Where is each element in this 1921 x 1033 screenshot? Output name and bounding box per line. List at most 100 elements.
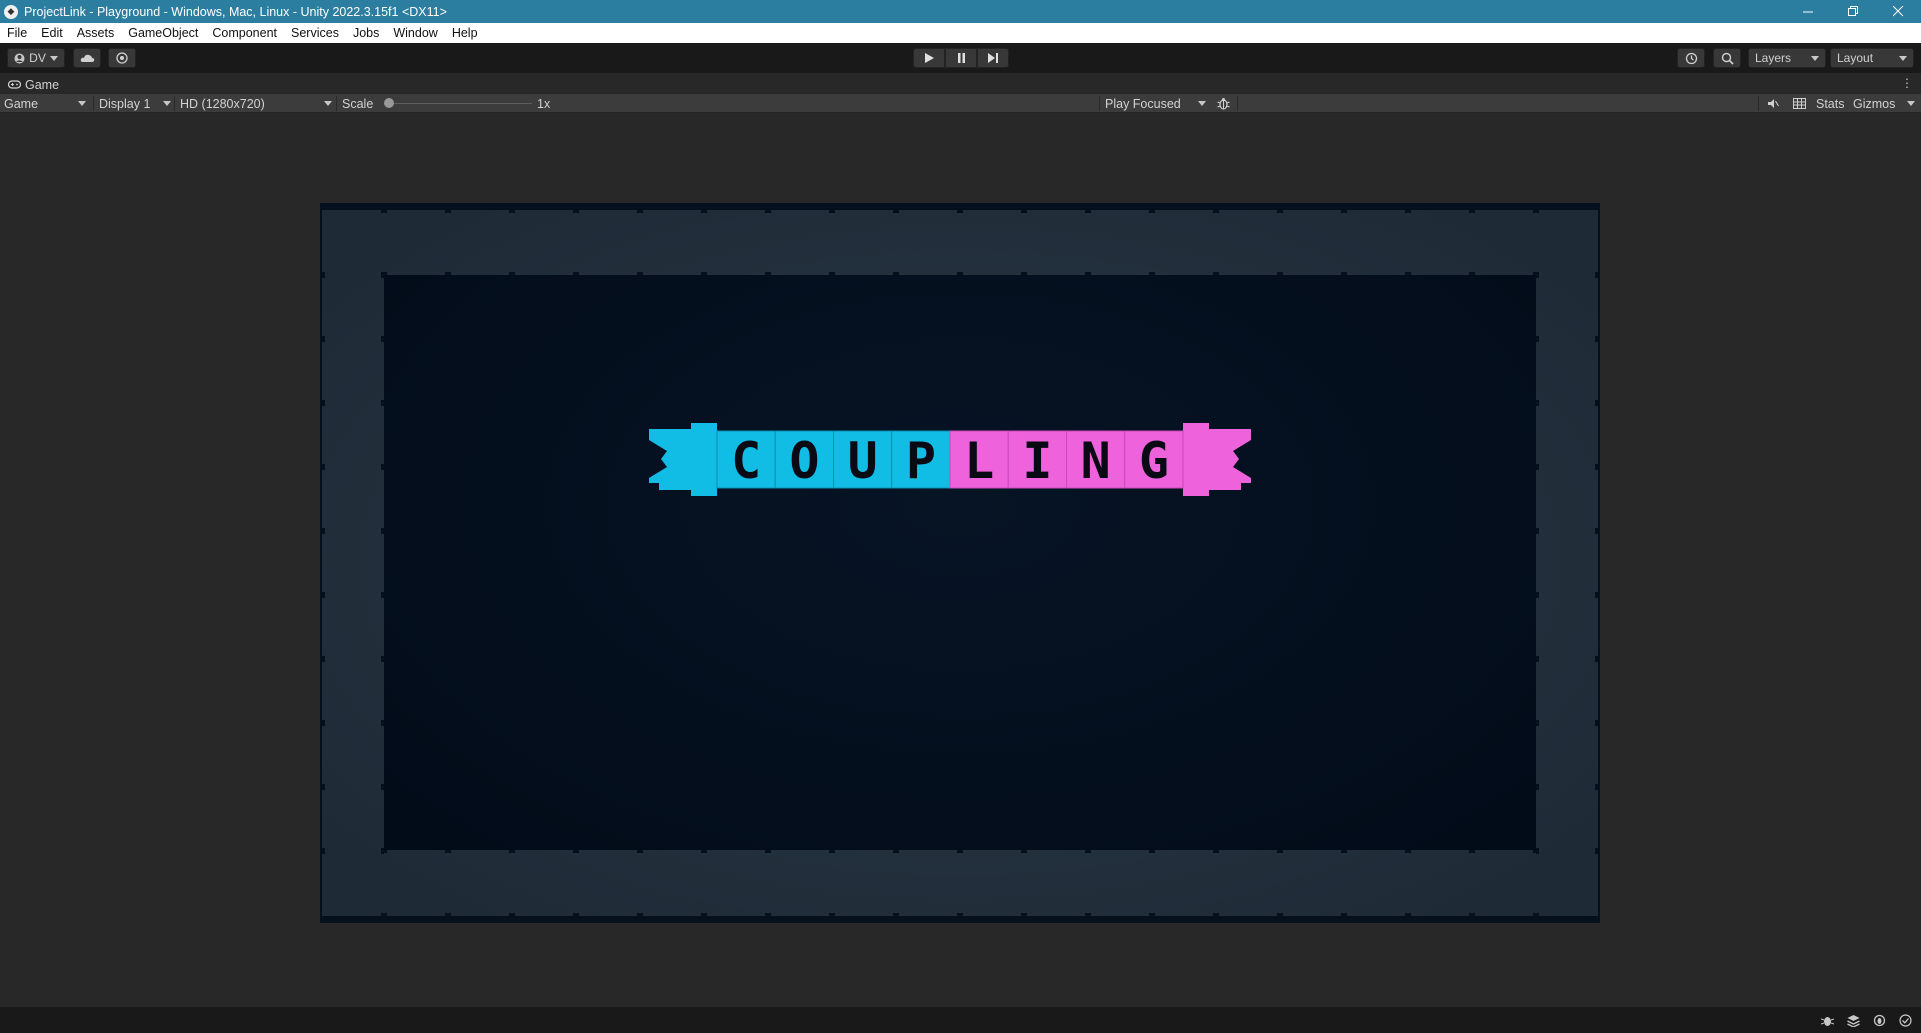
logo-letter: N [1081, 432, 1111, 490]
menu-file[interactable]: File [0, 23, 34, 43]
search-button[interactable] [1713, 48, 1741, 68]
tick-mark [765, 850, 771, 853]
tick-mark [381, 848, 384, 854]
bug-report-icon[interactable] [1819, 1012, 1835, 1028]
display-dropdown[interactable]: Display 1 [99, 94, 173, 113]
tick-mark [893, 850, 899, 853]
menu-services[interactable]: Services [284, 23, 346, 43]
tick-mark [381, 720, 384, 726]
menu-window[interactable]: Window [386, 23, 444, 43]
arena-floor [384, 275, 1536, 850]
tick-mark [509, 850, 515, 853]
tick-mark [322, 400, 325, 406]
tick-mark [1341, 210, 1347, 213]
display-label: Display 1 [99, 96, 151, 111]
account-dropdown[interactable]: DV [7, 48, 65, 68]
tab-game[interactable]: Game [4, 75, 65, 94]
menu-edit[interactable]: Edit [34, 23, 70, 43]
layout-dropdown[interactable]: Layout [1830, 48, 1914, 68]
tick-mark [322, 272, 325, 278]
game-render[interactable]: COUPLING [320, 203, 1600, 923]
play-mode-dropdown[interactable]: Play Focused [1105, 94, 1208, 113]
resolution-dropdown[interactable]: HD (1280x720) [180, 94, 334, 113]
menu-help[interactable]: Help [445, 23, 485, 43]
debug-toggle[interactable] [1214, 94, 1232, 113]
tick-mark [765, 210, 771, 213]
tick-mark [1536, 592, 1539, 598]
tick-mark [1405, 850, 1411, 853]
mute-icon [1768, 99, 1779, 108]
step-button[interactable] [977, 48, 1009, 68]
tick-mark [509, 210, 515, 213]
tick-mark [637, 272, 643, 275]
audio-toggle[interactable] [1764, 94, 1782, 113]
title-bar: ◆ ProjectLink - Playground - Windows, Ma… [0, 0, 1921, 23]
menu-jobs[interactable]: Jobs [346, 23, 386, 43]
tick-mark [957, 272, 963, 275]
tick-mark [1149, 272, 1155, 275]
chevron-down-icon [1811, 55, 1819, 61]
scale-slider[interactable] [384, 94, 532, 113]
tick-mark [1341, 913, 1347, 916]
menu-component[interactable]: Component [205, 23, 284, 43]
layers-dropdown[interactable]: Layers [1748, 48, 1826, 68]
tick-mark [322, 592, 325, 598]
cloud-icon [80, 54, 94, 62]
tick-mark [1277, 210, 1283, 213]
scale-slider-thumb[interactable] [384, 98, 394, 108]
cloud-button[interactable] [73, 48, 101, 68]
arena-edge-top [320, 203, 1600, 210]
tick-mark [322, 336, 325, 342]
debug-settings-icon[interactable] [1871, 1012, 1887, 1028]
pause-button[interactable] [945, 48, 977, 68]
close-button[interactable] [1876, 0, 1921, 23]
tick-mark [573, 272, 579, 275]
gamepad-icon [8, 80, 21, 89]
tick-mark [1536, 528, 1539, 534]
menu-assets[interactable]: Assets [70, 23, 122, 43]
minimize-button[interactable] [1786, 0, 1831, 23]
coupling-logo: COUPLING [649, 423, 1251, 496]
play-button[interactable] [913, 48, 945, 68]
tick-mark [637, 850, 643, 853]
pause-icon [957, 53, 965, 63]
collab-button[interactable] [108, 48, 136, 68]
stack-icon[interactable] [1845, 1012, 1861, 1028]
tick-mark [1469, 272, 1475, 275]
tick-mark [1277, 913, 1283, 916]
tick-mark [1405, 913, 1411, 916]
menu-bar: File Edit Assets GameObject Component Se… [0, 23, 1921, 43]
arena-edge-left [320, 203, 322, 923]
stats-button[interactable]: Stats [1816, 94, 1845, 113]
aspect-toggle[interactable] [1788, 94, 1810, 113]
tick-mark [1277, 272, 1283, 275]
tick-mark [1595, 336, 1598, 342]
tick-mark [1341, 272, 1347, 275]
tick-mark [1213, 850, 1219, 853]
history-button[interactable] [1677, 48, 1705, 68]
tick-mark [1021, 210, 1027, 213]
tick-mark [1021, 272, 1027, 275]
menu-gameobject[interactable]: GameObject [121, 23, 205, 43]
tick-mark [957, 913, 963, 916]
search-icon [1721, 52, 1734, 65]
tick-mark [829, 850, 835, 853]
main-toolbar: DV Layers Layout [0, 43, 1921, 73]
game-viewport[interactable]: COUPLING [0, 113, 1921, 1007]
view-type-label: Game [4, 96, 39, 111]
more-options-icon[interactable]: ⋮ [1901, 76, 1913, 90]
gizmos-dropdown[interactable]: Gizmos [1853, 94, 1915, 113]
restore-button[interactable] [1831, 0, 1876, 23]
bug-icon [1216, 98, 1230, 110]
tick-mark [701, 210, 707, 213]
tick-mark [893, 210, 899, 213]
tick-mark [1085, 210, 1091, 213]
tick-mark [765, 272, 771, 275]
tick-mark [637, 210, 643, 213]
tick-mark [1536, 784, 1539, 790]
chevron-down-icon [78, 101, 86, 106]
check-circle-icon[interactable] [1897, 1012, 1913, 1028]
tick-mark [1533, 913, 1539, 916]
tick-mark [957, 850, 963, 853]
view-type-dropdown[interactable]: Game [4, 94, 88, 113]
